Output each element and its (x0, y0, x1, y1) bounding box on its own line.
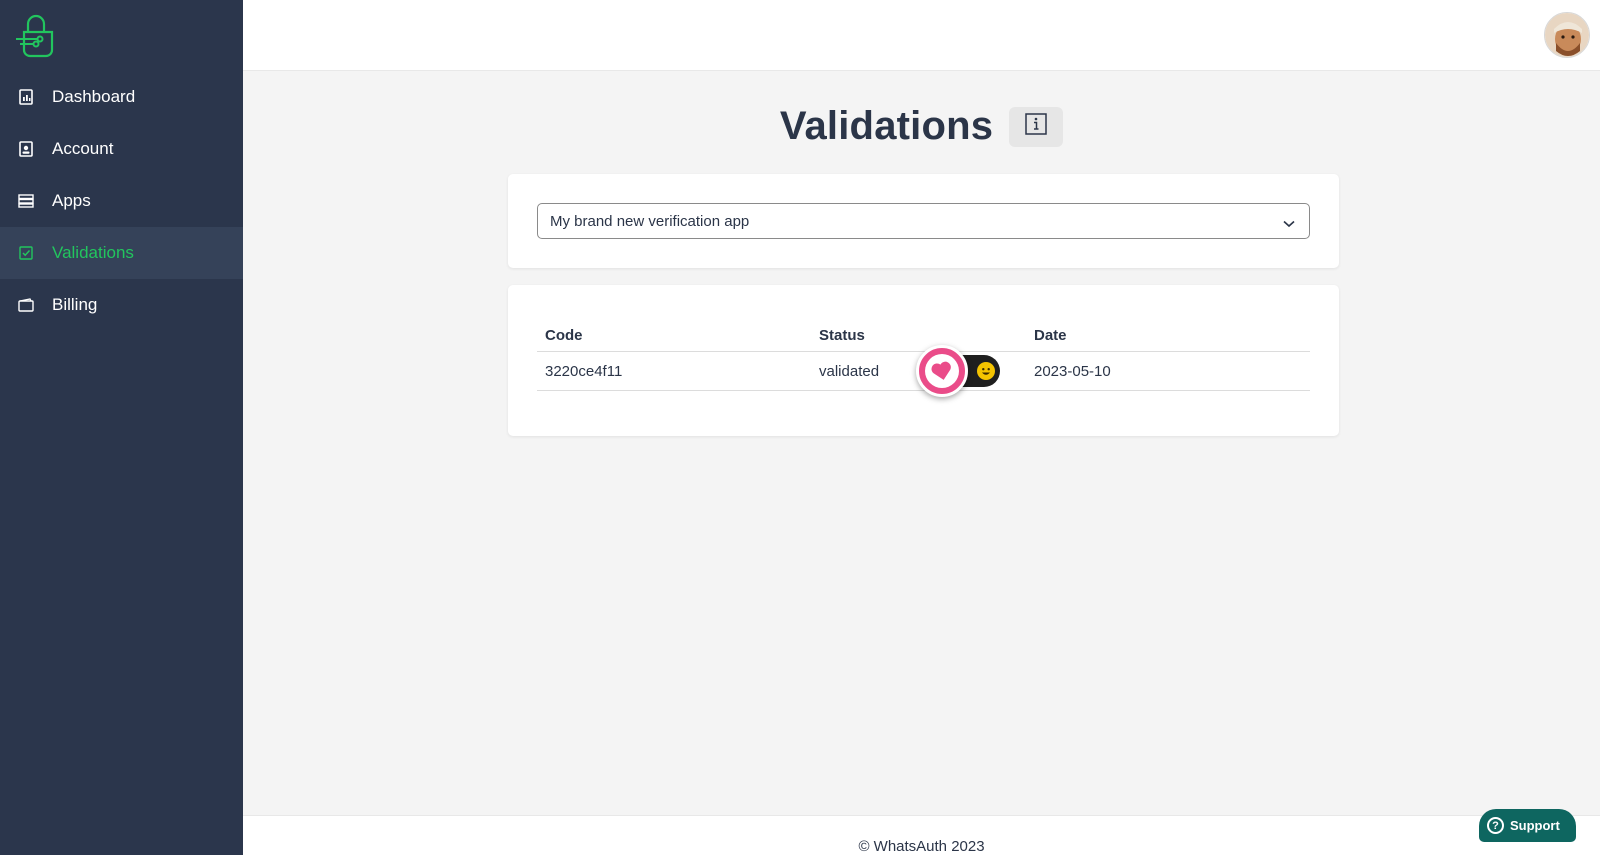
heart-reaction-button[interactable] (916, 345, 968, 397)
cell-code: 3220ce4f11 (545, 362, 623, 380)
app-logo-icon[interactable] (14, 12, 58, 58)
support-label: Support (1510, 818, 1560, 833)
sidebar-item-dashboard[interactable]: Dashboard (0, 71, 243, 123)
page-title: Validations (779, 104, 994, 148)
app-select-card: My brand new verification app (508, 174, 1339, 268)
validations-icon (18, 245, 34, 261)
app-select-value: My brand new verification app (550, 212, 750, 230)
sidebar-item-label: Account (52, 139, 114, 158)
billing-icon (18, 297, 34, 313)
cell-date: 2023-05-10 (1034, 362, 1111, 380)
info-button[interactable] (1009, 106, 1064, 147)
column-header-code: Code (545, 326, 583, 344)
footer: © WhatsAuth 2023 (243, 815, 1600, 855)
page-title-row: Validations (243, 104, 1600, 149)
sidebar: Dashboard Account Apps Validations Billi… (0, 0, 243, 855)
smiley-icon[interactable] (977, 362, 995, 380)
heart-icon (925, 354, 959, 388)
sidebar-item-label: Validations (52, 243, 134, 262)
sidebar-item-billing[interactable]: Billing (0, 279, 243, 331)
top-header (243, 0, 1600, 71)
info-icon (1025, 113, 1047, 140)
sidebar-item-label: Dashboard (52, 87, 136, 106)
dashboard-icon (18, 89, 34, 105)
support-button[interactable]: ? Support (1479, 809, 1576, 842)
account-icon (18, 141, 34, 157)
app-select-dropdown[interactable]: My brand new verification app (537, 203, 1310, 239)
user-avatar[interactable] (1544, 12, 1590, 58)
sidebar-item-label: Billing (52, 295, 98, 314)
help-icon: ? (1487, 817, 1504, 834)
chevron-down-icon (1283, 215, 1295, 232)
apps-icon (18, 193, 34, 209)
column-header-status: Status (819, 326, 865, 344)
sidebar-item-account[interactable]: Account (0, 123, 243, 175)
footer-copyright: © WhatsAuth 2023 (858, 838, 985, 855)
sidebar-item-label: Apps (52, 191, 91, 210)
sidebar-item-validations[interactable]: Validations (0, 227, 243, 279)
column-header-date: Date (1034, 326, 1067, 344)
sidebar-item-apps[interactable]: Apps (0, 175, 243, 227)
reaction-widget (890, 345, 1010, 397)
sidebar-nav: Dashboard Account Apps Validations Billi… (0, 71, 243, 331)
